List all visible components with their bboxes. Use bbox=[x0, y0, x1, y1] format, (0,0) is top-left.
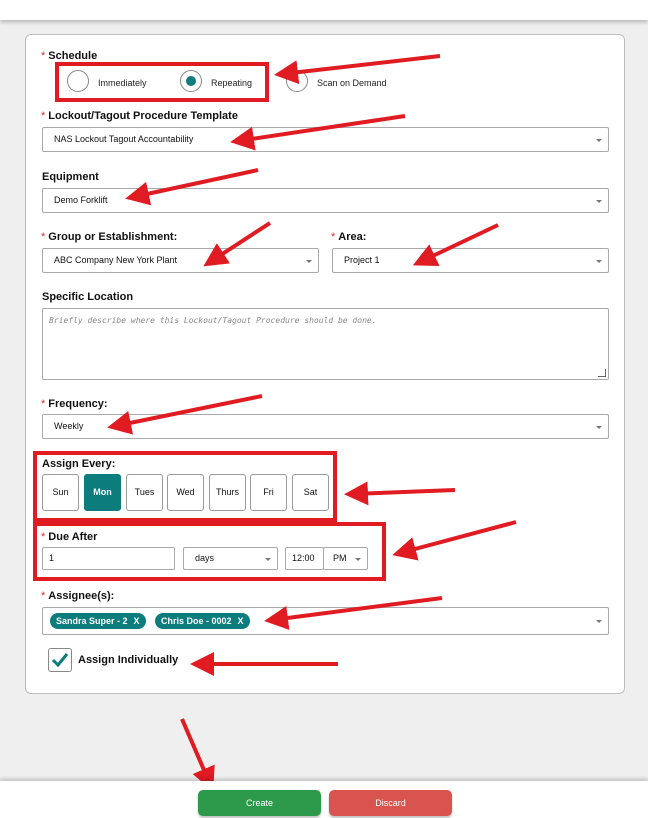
area-select-value: Project 1 bbox=[344, 255, 380, 265]
group-select[interactable]: ABC Company New York Plant bbox=[42, 248, 319, 273]
assignee-chip[interactable]: Sandra Super - 2 X bbox=[50, 613, 146, 629]
chevron-down-icon bbox=[596, 426, 602, 429]
location-textarea[interactable]: Briefly describe where this Lockout/Tago… bbox=[42, 308, 609, 380]
equipment-label: Equipment bbox=[42, 171, 99, 183]
area-label: * Area: bbox=[331, 231, 367, 243]
frequency-select-value: Weekly bbox=[54, 421, 84, 431]
assignee-chip-label: Sandra Super - 2 bbox=[56, 616, 128, 626]
assignee-chip[interactable]: Chris Doe - 0002 X bbox=[155, 613, 250, 629]
assignee-chip-label: Chris Doe - 0002 bbox=[161, 616, 232, 626]
location-placeholder: Briefly describe where this Lockout/Tago… bbox=[49, 316, 377, 325]
group-select-value: ABC Company New York Plant bbox=[54, 255, 178, 265]
assign-individually-label: Assign Individually bbox=[78, 654, 179, 666]
action-bar bbox=[0, 781, 648, 818]
group-label: * Group or Establishment: bbox=[41, 231, 178, 243]
template-select[interactable]: NAS Lockout Tagout Accountability bbox=[42, 127, 609, 152]
equipment-select[interactable]: Demo Forklift bbox=[42, 188, 609, 213]
remove-chip-icon[interactable]: X bbox=[238, 616, 244, 626]
schedule-label: * Schedule bbox=[41, 50, 98, 62]
top-bar bbox=[0, 0, 648, 20]
template-select-value: NAS Lockout Tagout Accountability bbox=[54, 134, 194, 144]
chevron-down-icon bbox=[306, 260, 312, 263]
equipment-select-value: Demo Forklift bbox=[54, 195, 108, 205]
location-label: Specific Location bbox=[42, 291, 134, 303]
highlight-box-assign-every bbox=[33, 451, 337, 522]
checkmark-icon bbox=[51, 653, 69, 668]
remove-chip-icon[interactable]: X bbox=[134, 616, 140, 626]
radio-scan-on-demand-label: Scan on Demand bbox=[317, 78, 387, 88]
chevron-down-icon bbox=[596, 260, 602, 263]
arrow-create bbox=[180, 718, 215, 792]
area-select[interactable]: Project 1 bbox=[332, 248, 609, 273]
radio-scan-on-demand[interactable] bbox=[286, 70, 308, 92]
resize-grip-icon[interactable] bbox=[598, 369, 606, 377]
frequency-select[interactable]: Weekly bbox=[42, 414, 609, 439]
chevron-down-icon bbox=[596, 139, 602, 142]
chevron-down-icon bbox=[596, 200, 602, 203]
create-button[interactable]: Create bbox=[198, 790, 321, 816]
highlight-box-schedule bbox=[55, 62, 269, 102]
frequency-label: * Frequency: bbox=[41, 398, 108, 410]
assign-individually-checkbox[interactable] bbox=[48, 648, 72, 672]
highlight-box-due-after bbox=[33, 522, 386, 581]
discard-button[interactable]: Discard bbox=[329, 790, 452, 816]
template-label: * Lockout/Tagout Procedure Template bbox=[41, 110, 238, 122]
chevron-down-icon bbox=[596, 620, 602, 623]
assignees-label: * Assignee(s): bbox=[41, 590, 115, 602]
